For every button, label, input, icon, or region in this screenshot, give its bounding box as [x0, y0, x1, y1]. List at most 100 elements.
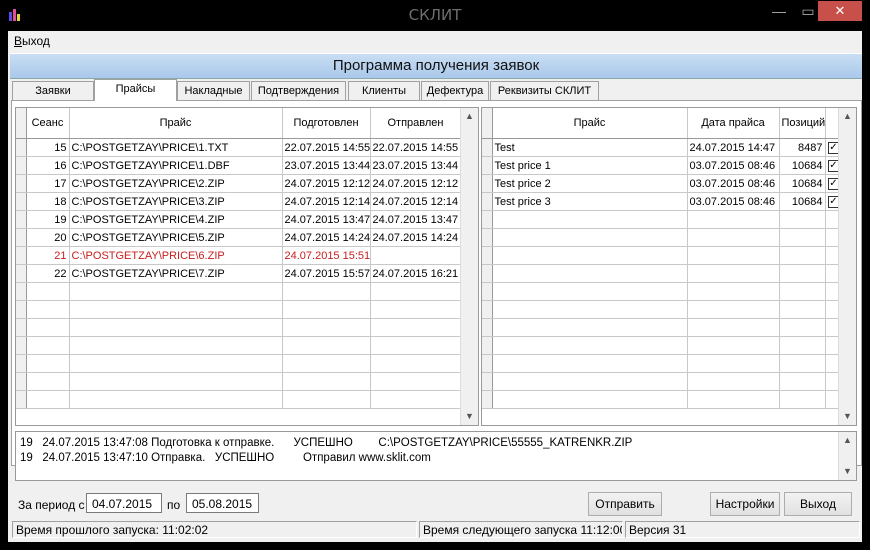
table-row[interactable]	[482, 246, 840, 265]
table-row[interactable]: 17 C:\POSTGETZAY\PRICE\2.ZIP 24.07.2015 12…	[16, 174, 462, 193]
row-indicator[interactable]	[482, 192, 493, 211]
row-indicator[interactable]	[482, 390, 493, 409]
row-indicator[interactable]	[16, 318, 27, 337]
row-indicator[interactable]	[16, 138, 27, 157]
row-indicator[interactable]	[482, 174, 493, 193]
price-path-cell	[69, 336, 283, 355]
date-from-field[interactable]: 04.07.2015	[86, 493, 162, 513]
table-row[interactable]: Test price 1 03.07.2015 08:46 10684 ✓	[482, 156, 840, 175]
table-row[interactable]	[16, 300, 462, 319]
table-row[interactable]	[16, 318, 462, 337]
table-row[interactable]: 15 C:\POSTGETZAY\PRICE\1.TXT 22.07.2015 14…	[16, 138, 462, 157]
table-row[interactable]	[482, 210, 840, 229]
row-indicator[interactable]	[16, 390, 27, 409]
table-row[interactable]	[482, 372, 840, 391]
row-indicator[interactable]	[16, 264, 27, 283]
row-indicator[interactable]	[16, 192, 27, 211]
row-indicator[interactable]	[482, 246, 493, 265]
row-indicator[interactable]	[482, 156, 493, 175]
row-indicator[interactable]	[482, 318, 493, 337]
minimize-button[interactable]: —	[766, 1, 792, 21]
column-header-price[interactable]: Прайс	[492, 108, 688, 139]
table-row[interactable]: 19 C:\POSTGETZAY\PRICE\4.ZIP 24.07.2015 13…	[16, 210, 462, 229]
settings-button[interactable]: Настройки	[710, 492, 780, 516]
column-header-prepared[interactable]: Подготовлен	[282, 108, 371, 139]
table-row[interactable]	[16, 336, 462, 355]
column-header-positions[interactable]: Позиций	[779, 108, 826, 139]
row-indicator[interactable]	[482, 264, 493, 283]
table-row[interactable]	[482, 390, 840, 409]
tab-prices[interactable]: Прайсы	[94, 79, 177, 101]
row-indicator[interactable]	[16, 228, 27, 247]
tab-defects[interactable]: Дефектура	[421, 81, 489, 100]
table-row[interactable]: 20 C:\POSTGETZAY\PRICE\5.ZIP 24.07.2015 14…	[16, 228, 462, 247]
send-button[interactable]: Отправить	[588, 492, 662, 516]
scroll-up-icon[interactable]: ▲	[839, 432, 856, 449]
table-row[interactable]	[482, 354, 840, 373]
row-indicator[interactable]	[16, 174, 27, 193]
table-row[interactable]	[482, 300, 840, 319]
row-indicator[interactable]	[16, 336, 27, 355]
tab-orders[interactable]: Заявки	[12, 81, 94, 100]
column-header-price[interactable]: Прайс	[69, 108, 283, 139]
tab-invoices[interactable]: Накладные	[177, 81, 250, 100]
row-indicator[interactable]	[482, 210, 493, 229]
table-row[interactable]	[482, 264, 840, 283]
column-header-sent[interactable]: Отправлен	[370, 108, 462, 139]
sessions-scrollbar[interactable]: ▲ ▼	[460, 108, 478, 425]
tab-clients[interactable]: Клиенты	[348, 81, 420, 100]
row-indicator[interactable]	[482, 228, 493, 247]
tab-requisites[interactable]: Реквизиты СКЛИТ	[490, 81, 599, 100]
row-indicator[interactable]	[482, 138, 493, 157]
prices-scrollbar[interactable]: ▲ ▼	[838, 108, 856, 425]
row-indicator[interactable]	[16, 372, 27, 391]
scroll-up-icon[interactable]: ▲	[461, 108, 478, 125]
row-indicator[interactable]	[482, 300, 493, 319]
row-indicator[interactable]	[16, 156, 27, 175]
table-row[interactable]: 22 C:\POSTGETZAY\PRICE\7.ZIP 24.07.2015 15…	[16, 264, 462, 283]
tab-confirmations[interactable]: Подтверждения	[251, 81, 346, 100]
scroll-down-icon[interactable]: ▼	[839, 463, 856, 480]
column-header-price-date[interactable]: Дата прайса	[687, 108, 780, 139]
row-indicator[interactable]	[482, 354, 493, 373]
sessions-grid[interactable]: Сеанс Прайс Подготовлен Отправлен 15 C:\P…	[15, 107, 479, 426]
row-indicator[interactable]	[482, 336, 493, 355]
row-indicator[interactable]	[16, 282, 27, 301]
window-title: СКЛИТ	[408, 6, 462, 24]
table-row[interactable]: 21 C:\POSTGETZAY\PRICE\6.ZIP 24.07.2015 15…	[16, 246, 462, 265]
table-row[interactable]: 16 C:\POSTGETZAY\PRICE\1.DBF 23.07.2015 13…	[16, 156, 462, 175]
next-run-status: Время следующего запуска 11:12:00	[419, 521, 623, 538]
column-header-session[interactable]: Сеанс	[26, 108, 70, 139]
log-scrollbar[interactable]: ▲ ▼	[838, 432, 856, 480]
table-row[interactable]	[482, 318, 840, 337]
table-row[interactable]: Test price 2 03.07.2015 08:46 10684 ✓	[482, 174, 840, 193]
table-row[interactable]: Test 24.07.2015 14:47 8487 ✓	[482, 138, 840, 157]
row-indicator[interactable]	[482, 282, 493, 301]
row-indicator[interactable]	[16, 354, 27, 373]
table-row[interactable]	[16, 282, 462, 301]
scroll-down-icon[interactable]: ▼	[839, 408, 856, 425]
exit-button[interactable]: Выход	[784, 492, 852, 516]
table-row[interactable]	[16, 390, 462, 409]
prices-grid[interactable]: Прайс Дата прайса Позиций Test 24.07.2015…	[481, 107, 857, 426]
table-row[interactable]	[482, 282, 840, 301]
period-from-label: За период с	[18, 498, 85, 512]
table-row[interactable]: Test price 3 03.07.2015 08:46 10684 ✓	[482, 192, 840, 211]
scroll-up-icon[interactable]: ▲	[839, 108, 856, 125]
row-indicator[interactable]	[16, 246, 27, 265]
log-box[interactable]: 19 24.07.2015 13:47:08 Подготовка к отпр…	[15, 431, 857, 481]
table-row[interactable]	[16, 354, 462, 373]
table-row[interactable]	[482, 336, 840, 355]
checkbox-cell: ✓	[825, 174, 840, 193]
table-row[interactable]: 18 C:\POSTGETZAY\PRICE\3.ZIP 24.07.2015 12…	[16, 192, 462, 211]
table-row[interactable]	[16, 372, 462, 391]
row-indicator[interactable]	[16, 300, 27, 319]
close-button[interactable]: ✕	[818, 1, 862, 21]
date-to-field[interactable]: 05.08.2015	[186, 493, 259, 513]
row-indicator[interactable]	[16, 210, 27, 229]
positions-cell	[779, 300, 826, 319]
scroll-down-icon[interactable]: ▼	[461, 408, 478, 425]
menu-exit[interactable]: Выход	[14, 34, 50, 48]
table-row[interactable]	[482, 228, 840, 247]
row-indicator[interactable]	[482, 372, 493, 391]
